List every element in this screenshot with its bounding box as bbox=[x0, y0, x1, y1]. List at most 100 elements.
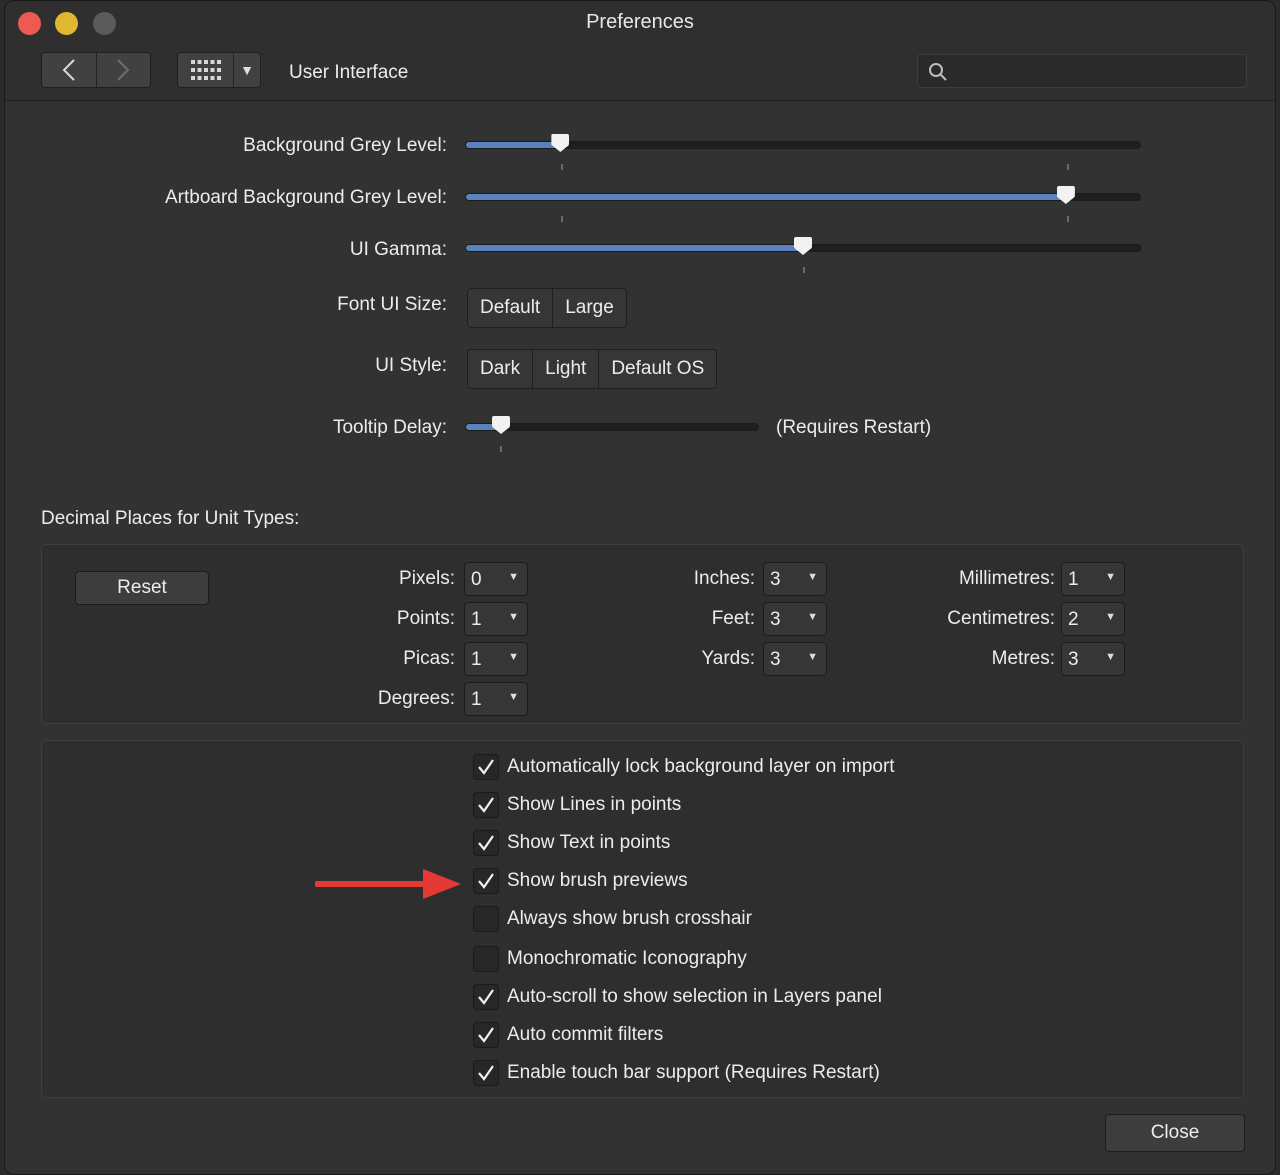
checkbox-row[interactable]: Show Text in points bbox=[473, 829, 670, 857]
reset-button[interactable]: Reset bbox=[75, 571, 209, 605]
inches-select[interactable]: 3 ▼ bbox=[763, 562, 827, 596]
triangle-down-icon: ▼ bbox=[807, 651, 818, 663]
window-title: Preferences bbox=[586, 11, 694, 33]
toolbar: ▼ User Interface bbox=[5, 45, 1275, 101]
ui-style-default-os-option[interactable]: Default OS bbox=[598, 350, 717, 388]
show-all-button[interactable] bbox=[178, 53, 234, 87]
millimetres-label: Millimetres: bbox=[958, 568, 1055, 589]
ui-gamma-slider[interactable] bbox=[465, 237, 1141, 255]
checkbox-row[interactable]: Monochromatic Iconography bbox=[473, 945, 747, 973]
navigation-group bbox=[41, 52, 151, 88]
checkbox-row[interactable]: Automatically lock background layer on i… bbox=[473, 753, 895, 781]
pixels-select[interactable]: 0 ▼ bbox=[464, 562, 528, 596]
triangle-down-icon: ▼ bbox=[508, 691, 519, 703]
triangle-down-icon: ▼ bbox=[1105, 651, 1116, 663]
tooltip-delay-slider[interactable] bbox=[465, 416, 759, 434]
slider-tick bbox=[1067, 216, 1069, 222]
ui-style-label: UI Style: bbox=[375, 355, 447, 376]
artboard-grey-slider[interactable] bbox=[465, 186, 1141, 204]
checkbox-label: Monochromatic Iconography bbox=[507, 948, 747, 969]
triangle-down-icon: ▼ bbox=[807, 571, 818, 583]
checkbox-row[interactable]: Show Lines in points bbox=[473, 791, 681, 819]
font-size-default-option[interactable]: Default bbox=[468, 289, 553, 327]
grid-icon bbox=[190, 60, 221, 80]
points-select[interactable]: 1 ▼ bbox=[464, 602, 528, 636]
checkbox[interactable] bbox=[473, 868, 499, 894]
show-all-dropdown[interactable]: ▼ bbox=[234, 53, 260, 87]
ui-style-segmented: Dark Light Default OS bbox=[467, 349, 718, 389]
slider-thumb[interactable] bbox=[1056, 186, 1075, 204]
checkbox-label: Always show brush crosshair bbox=[507, 908, 752, 929]
checkbox-label: Show Lines in points bbox=[507, 794, 682, 815]
checkmark-icon bbox=[478, 873, 494, 889]
slider-thumb[interactable] bbox=[794, 237, 812, 255]
annotation-arrow-icon bbox=[315, 869, 461, 899]
slider-tick bbox=[803, 267, 805, 273]
slider-thumb[interactable] bbox=[492, 416, 511, 434]
checkmark-icon bbox=[478, 1065, 494, 1081]
checkbox-label: Auto commit filters bbox=[507, 1024, 664, 1045]
checkbox-row[interactable]: Auto commit filters bbox=[473, 1021, 663, 1049]
checkbox[interactable] bbox=[473, 1060, 499, 1086]
millimetres-select[interactable]: 1 ▼ bbox=[1061, 562, 1125, 596]
artboard-grey-label: Artboard Background Grey Level: bbox=[165, 187, 447, 208]
chevron-right-icon bbox=[117, 59, 130, 81]
triangle-down-icon: ▼ bbox=[240, 62, 254, 78]
checkbox[interactable] bbox=[473, 830, 499, 856]
triangle-down-icon: ▼ bbox=[807, 611, 818, 623]
checkbox[interactable] bbox=[473, 1022, 499, 1048]
search-field[interactable] bbox=[917, 54, 1247, 88]
checkbox-row[interactable]: Auto-scroll to show selection in Layers … bbox=[473, 983, 882, 1011]
close-button[interactable]: Close bbox=[1105, 1114, 1245, 1152]
yards-label: Yards: bbox=[701, 648, 755, 669]
inches-label: Inches: bbox=[693, 568, 755, 589]
ui-style-dark-option[interactable]: Dark bbox=[468, 350, 533, 388]
checkmark-icon bbox=[478, 759, 494, 775]
picas-select[interactable]: 1 ▼ bbox=[464, 642, 528, 676]
feet-select[interactable]: 3 ▼ bbox=[763, 602, 827, 636]
show-all-group: ▼ bbox=[177, 52, 261, 88]
select-value: 1 bbox=[1068, 569, 1079, 590]
checkbox[interactable] bbox=[473, 754, 499, 780]
checkbox[interactable] bbox=[473, 792, 499, 818]
checkbox-row[interactable]: Show brush previews bbox=[473, 867, 688, 895]
checkmark-icon bbox=[478, 797, 494, 813]
slider-tick bbox=[500, 446, 502, 452]
degrees-select[interactable]: 1 ▼ bbox=[464, 682, 528, 716]
checkbox[interactable] bbox=[473, 984, 499, 1010]
centimetres-label: Centimetres: bbox=[947, 608, 1055, 629]
points-label: Points: bbox=[396, 608, 455, 629]
centimetres-select[interactable]: 2 ▼ bbox=[1061, 602, 1125, 636]
forward-button[interactable] bbox=[95, 53, 151, 87]
checkbox-row[interactable]: Enable touch bar support (Requires Resta… bbox=[473, 1059, 880, 1087]
tooltip-delay-label: Tooltip Delay: bbox=[332, 417, 447, 438]
checkbox-label: Show brush previews bbox=[507, 870, 688, 891]
checkbox[interactable] bbox=[473, 906, 499, 932]
background-grey-label: Background Grey Level: bbox=[243, 135, 447, 156]
font-size-large-option[interactable]: Large bbox=[552, 289, 626, 327]
slider-fill bbox=[466, 245, 803, 251]
select-value: 1 bbox=[471, 649, 482, 670]
checkmark-icon bbox=[478, 835, 494, 851]
select-value: 3 bbox=[770, 609, 781, 630]
section-label: User Interface bbox=[289, 62, 409, 83]
triangle-down-icon: ▼ bbox=[1105, 571, 1116, 583]
checkbox-label: Enable touch bar support (Requires Resta… bbox=[507, 1062, 880, 1083]
ui-style-light-option[interactable]: Light bbox=[532, 350, 599, 388]
ui-gamma-label: UI Gamma: bbox=[349, 239, 447, 260]
select-value: 3 bbox=[770, 649, 781, 670]
metres-label: Metres: bbox=[991, 648, 1055, 669]
checkbox-row[interactable]: Always show brush crosshair bbox=[473, 905, 752, 933]
background-grey-slider[interactable] bbox=[465, 134, 1141, 152]
yards-select[interactable]: 3 ▼ bbox=[763, 642, 827, 676]
picas-label: Picas: bbox=[403, 648, 455, 669]
back-button[interactable] bbox=[42, 53, 96, 87]
metres-select[interactable]: 3 ▼ bbox=[1061, 642, 1125, 676]
tooltip-restart-note: (Requires Restart) bbox=[776, 417, 932, 438]
preferences-window: Preferences ▼ User Interface Background … bbox=[4, 0, 1276, 1175]
checkbox-label: Automatically lock background layer on i… bbox=[507, 756, 895, 777]
checkbox[interactable] bbox=[473, 946, 499, 972]
checkmark-icon bbox=[478, 989, 494, 1005]
slider-thumb[interactable] bbox=[551, 134, 570, 152]
slider-tick bbox=[1067, 164, 1069, 170]
